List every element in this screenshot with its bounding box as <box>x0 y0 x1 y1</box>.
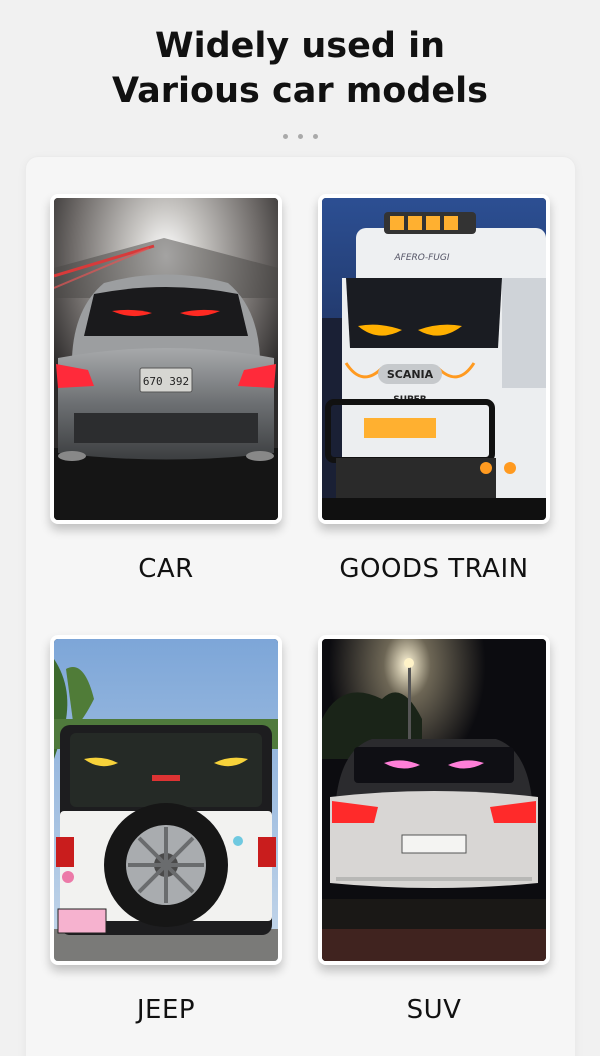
truck-brand-text: SCANIA <box>387 368 434 381</box>
car-photo: 670 392 <box>50 194 282 524</box>
car-image: 670 392 <box>54 198 278 520</box>
jeep-label: JEEP <box>136 995 196 1025</box>
jeep-photo <box>50 635 282 965</box>
card-goods-train: AFERO-FUGI SCANIA SUPER GOODS TRAIN <box>318 194 550 584</box>
suv-label: SUV <box>406 995 462 1025</box>
headline-line-2: Various car models <box>112 71 488 111</box>
dot-1 <box>282 134 288 139</box>
headline-line-1: Widely used in <box>154 26 446 66</box>
card-jeep: JEEP <box>50 635 282 1025</box>
goods-train-label: GOODS TRAIN <box>339 554 529 584</box>
car-label: CAR <box>138 554 194 584</box>
suv-photo <box>318 635 550 965</box>
truck-cab-text: AFERO-FUGI <box>394 253 450 263</box>
page-headline: Widely used in Various car models <box>0 24 600 114</box>
jeep-image <box>54 639 278 961</box>
carousel-dots <box>0 126 600 144</box>
dot-3 <box>312 134 318 139</box>
dot-2 <box>297 134 303 139</box>
suv-image <box>322 639 546 961</box>
car-plate-text: 670 392 <box>143 375 189 388</box>
goods-train-photo: AFERO-FUGI SCANIA SUPER <box>318 194 550 524</box>
goods-train-image: AFERO-FUGI SCANIA SUPER <box>322 198 546 520</box>
card-car: 670 392 CAR <box>50 194 282 584</box>
card-suv: SUV <box>318 635 550 1025</box>
